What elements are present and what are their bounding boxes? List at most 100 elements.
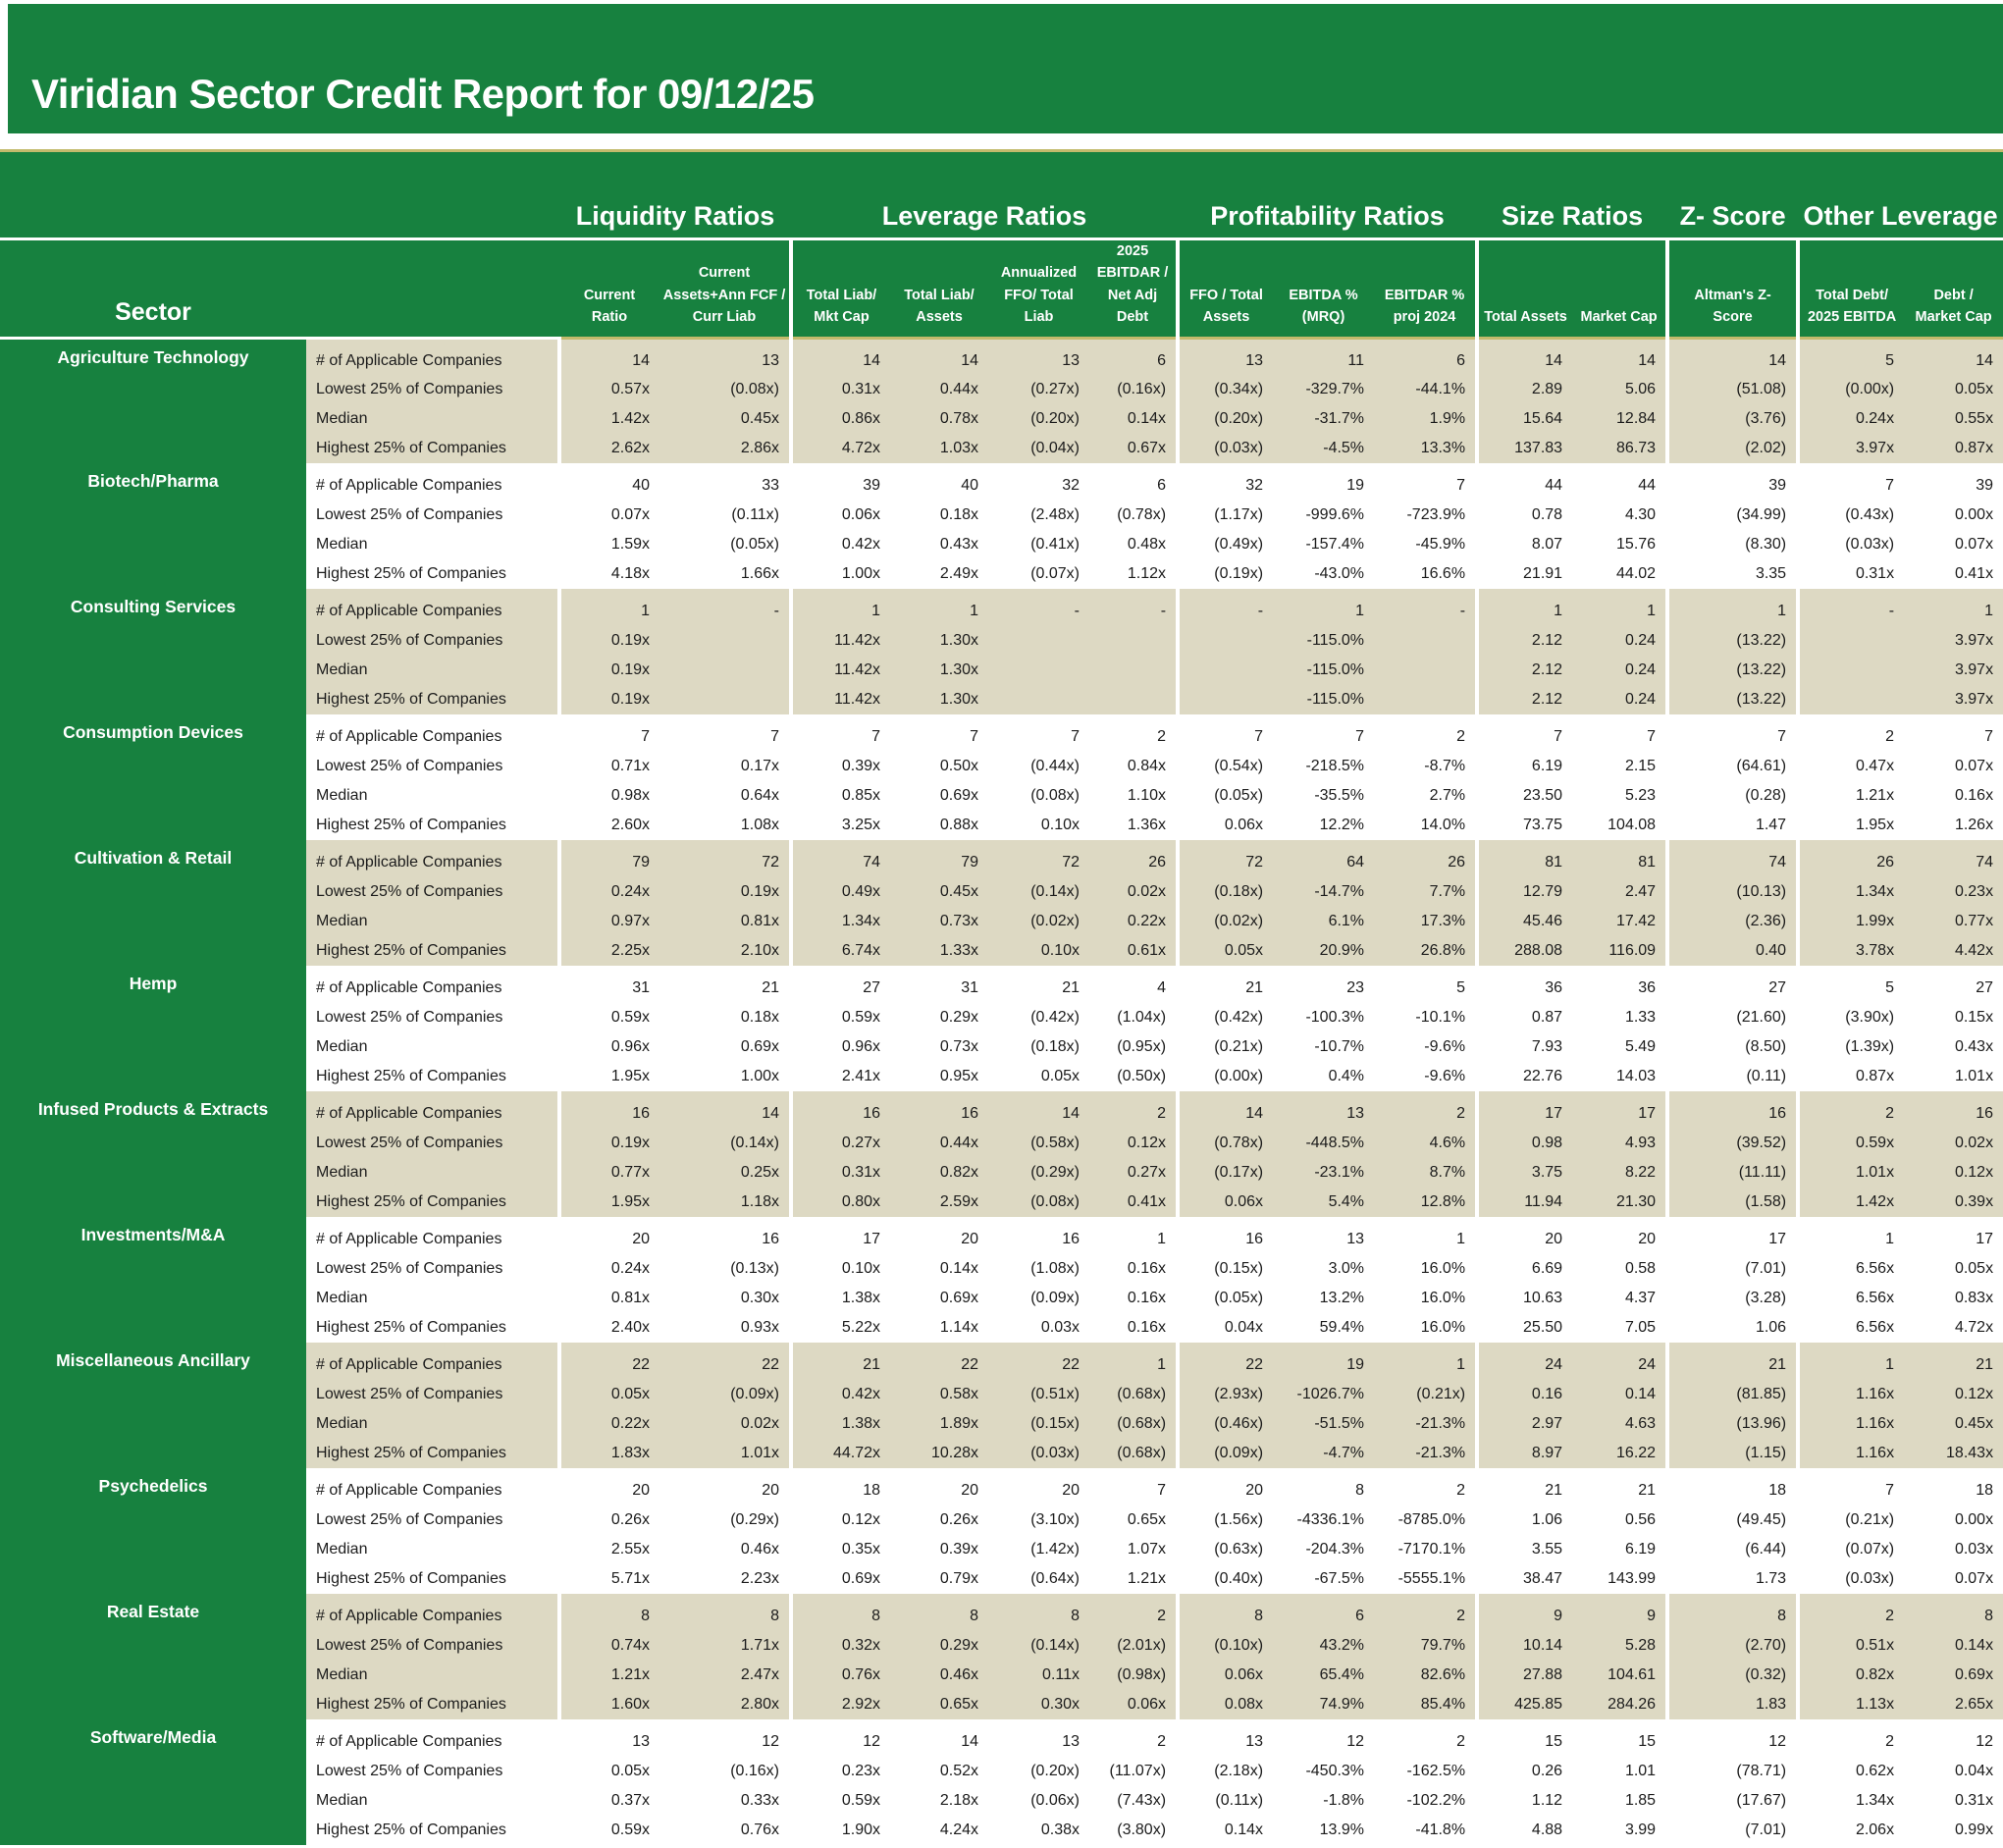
value-cell: (0.15x): [1176, 1254, 1274, 1285]
value-cell: 0.81x: [557, 1284, 659, 1314]
value-cell: 7: [1475, 714, 1573, 753]
value-cell: 40: [557, 463, 659, 502]
value-cell: [659, 656, 791, 686]
value-cell: 0.17x: [659, 752, 791, 782]
value-cell: 0.65x: [890, 1690, 988, 1720]
value-cell: 0.24: [1572, 685, 1668, 715]
value-cell: 0.73x: [890, 907, 988, 937]
value-cell: 0.42x: [789, 1380, 890, 1410]
value-cell: 27.88: [1475, 1661, 1573, 1691]
value-cell: 33: [659, 463, 791, 502]
value-cell: (0.14x): [659, 1129, 791, 1159]
value-cell: 20: [988, 1468, 1089, 1506]
value-cell: 12: [789, 1719, 890, 1758]
value-cell: 0.62x: [1796, 1757, 1905, 1787]
value-cell: (0.10x): [1176, 1631, 1274, 1662]
value-cell: 0.97x: [557, 907, 659, 937]
value-cell: (0.03x): [1176, 434, 1274, 464]
value-cell: (0.21x): [1176, 1032, 1274, 1063]
value-cell: (0.19x): [1176, 559, 1274, 590]
value-cell: 2.7%: [1374, 781, 1478, 812]
value-cell: 1.60x: [557, 1690, 659, 1720]
value-cell: 8.22: [1572, 1158, 1668, 1188]
value-cell: 0.16: [1475, 1380, 1573, 1410]
value-cell: 0.46x: [659, 1535, 791, 1565]
value-cell: 20: [557, 1468, 659, 1506]
value-cell: (3.10x): [988, 1505, 1089, 1536]
row-label: Highest 25% of Companies: [306, 434, 559, 464]
value-cell: (34.99): [1665, 501, 1799, 531]
value-cell: 21: [789, 1343, 890, 1381]
value-cell: 0.78x: [890, 404, 988, 435]
value-cell: (2.70): [1665, 1631, 1799, 1662]
value-cell: 1.59x: [557, 530, 659, 560]
value-cell: 104.08: [1572, 811, 1668, 841]
value-cell: 13: [1273, 1217, 1375, 1255]
row-label: Lowest 25% of Companies: [306, 1254, 559, 1285]
value-cell: 3.75: [1475, 1158, 1573, 1188]
value-cell: 0.26: [1475, 1757, 1573, 1787]
value-cell: (0.18x): [988, 1032, 1089, 1063]
value-cell: (0.21x): [1796, 1505, 1905, 1536]
value-cell: 25.50: [1475, 1313, 1573, 1344]
value-cell: -1026.7%: [1273, 1380, 1375, 1410]
value-cell: (0.68x): [1089, 1409, 1179, 1440]
value-cell: 0.07x: [1904, 752, 2003, 782]
value-cell: (0.16x): [659, 1757, 791, 1787]
value-cell: 0.76x: [789, 1661, 890, 1691]
value-cell: 0.05x: [1904, 375, 2003, 405]
value-cell: 15.64: [1475, 404, 1573, 435]
row-label: Median: [306, 1284, 559, 1314]
value-cell: -31.7%: [1273, 404, 1375, 435]
value-cell: 0.31x: [789, 375, 890, 405]
sector-name: Biotech/Pharma: [0, 463, 306, 590]
value-cell: (0.78x): [1176, 1129, 1274, 1159]
value-cell: 39: [1665, 463, 1799, 502]
value-cell: (6.44): [1665, 1535, 1799, 1565]
value-cell: 0.00x: [1904, 501, 2003, 531]
value-cell: 16: [1665, 1091, 1799, 1130]
value-cell: 17.3%: [1374, 907, 1478, 937]
value-cell: 0.23x: [1904, 877, 2003, 908]
value-cell: 2.86x: [659, 434, 791, 464]
value-cell: 0.19x: [557, 1129, 659, 1159]
value-cell: (0.68x): [1089, 1439, 1179, 1469]
value-cell: -162.5%: [1374, 1757, 1478, 1787]
value-cell: 7: [890, 714, 988, 753]
value-cell: 20: [659, 1468, 791, 1506]
value-cell: 14: [557, 338, 659, 376]
value-cell: 0.18x: [890, 501, 988, 531]
value-cell: 0.35x: [789, 1535, 890, 1565]
value-cell: -450.3%: [1273, 1757, 1375, 1787]
value-cell: (10.13): [1665, 877, 1799, 908]
value-cell: 2: [1089, 1594, 1179, 1632]
value-cell: 4.63: [1572, 1409, 1668, 1440]
col-ebitdar-proj: EBITDAR % proj 2024: [1374, 238, 1478, 340]
value-cell: (0.21x): [1374, 1380, 1478, 1410]
value-cell: 0.08x: [1176, 1690, 1274, 1720]
value-cell: 26: [1796, 840, 1905, 878]
value-cell: (0.05x): [1176, 781, 1274, 812]
value-cell: (0.54x): [1176, 752, 1274, 782]
table-row: Real Estate # of Applicable Companies 8 8 8 8…: [0, 1594, 2003, 1720]
value-cell: 0.11x: [988, 1661, 1089, 1691]
report-table-body: Agriculture Technology # of Applicable Co…: [0, 338, 2003, 1846]
value-cell: 0.38x: [988, 1816, 1089, 1846]
table-row: Consulting Services # of Applicable Compa…: [0, 589, 2003, 715]
value-cell: 0.07x: [557, 501, 659, 531]
value-cell: (1.39x): [1796, 1032, 1905, 1063]
value-cell: -1.8%: [1273, 1786, 1375, 1817]
value-cell: 0.45x: [659, 404, 791, 435]
value-cell: 24: [1475, 1343, 1573, 1381]
value-cell: 10.28x: [890, 1439, 988, 1469]
value-cell: 5.06: [1572, 375, 1668, 405]
value-cell: 3.97x: [1904, 656, 2003, 686]
value-cell: 4.6%: [1374, 1129, 1478, 1159]
row-label: Lowest 25% of Companies: [306, 877, 559, 908]
value-cell: 7: [659, 714, 791, 753]
value-cell: 82.6%: [1374, 1661, 1478, 1691]
value-cell: 0.26x: [890, 1505, 988, 1536]
value-cell: (0.51x): [988, 1380, 1089, 1410]
value-cell: (0.09x): [1176, 1439, 1274, 1469]
value-cell: (0.09x): [988, 1284, 1089, 1314]
